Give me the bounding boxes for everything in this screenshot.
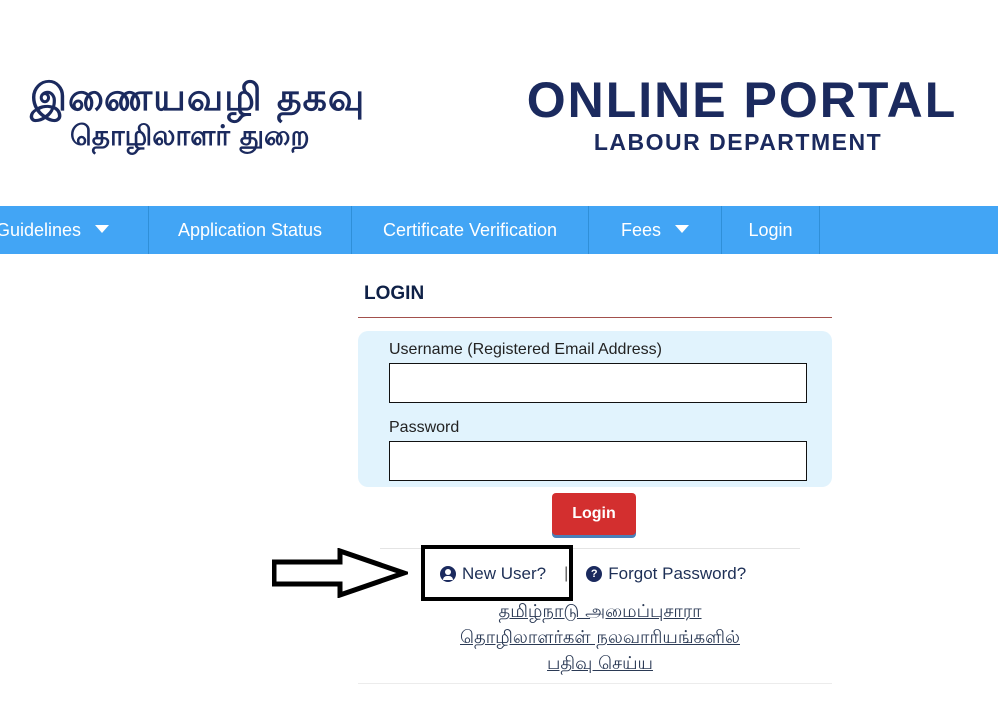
- nav-item-guidelines[interactable]: Guidelines: [0, 206, 149, 254]
- highlight-box: [421, 545, 573, 601]
- nav-item-label: Fees: [620, 219, 662, 240]
- department-subtitle: LABOUR DEPARTMENT: [593, 129, 883, 155]
- bottom-divider: [358, 683, 832, 684]
- nav-item-application-status[interactable]: Application Status: [149, 206, 352, 254]
- site-header: இணையவழி தகவு தொழிலாளர் துறை ONLINE PORTA…: [0, 0, 998, 206]
- right-arrow-outline-icon: [272, 548, 408, 598]
- english-logo: ONLINE PORTAL LABOUR DEPARTMENT: [520, 72, 970, 156]
- tamil-logo: இணையவழி தகவு தொழிலாளர் துறை: [30, 75, 460, 153]
- main-nav: Guidelines Application Status Certificat…: [0, 206, 998, 254]
- forgot-password-label: Forgot Password?: [608, 564, 747, 583]
- username-label: Username (Registered Email Address): [389, 341, 662, 358]
- welfare-register-link-line1[interactable]: தமிழ்நாடு அமைப்புசாரா: [498, 601, 701, 622]
- nav-item-label: Application Status: [177, 219, 323, 240]
- password-label: Password: [389, 419, 460, 436]
- login-heading: LOGIN: [364, 283, 425, 304]
- username-input[interactable]: [389, 363, 807, 403]
- nav-item-label: Guidelines: [0, 219, 82, 240]
- forgot-password-link[interactable]: ? Forgot Password?: [586, 564, 746, 584]
- portal-title: ONLINE PORTAL: [526, 72, 958, 128]
- nav-item-label: Certificate Verification: [382, 219, 558, 240]
- caret-down-icon: [95, 225, 110, 233]
- question-circle-icon: ?: [586, 566, 603, 582]
- page: இணையவழி தகவு தொழிலாளர் துறை ONLINE PORTA…: [0, 0, 998, 720]
- nav-item-fees[interactable]: Fees: [589, 206, 722, 254]
- welfare-register-link-line2[interactable]: தொழிலாளர்கள் நலவாரியங்களில்: [460, 627, 740, 648]
- login-submit-button[interactable]: Login: [552, 493, 636, 535]
- nav-item-label: Login: [748, 219, 793, 240]
- welfare-board-register-link: தமிழ்நாடு அமைப்புசாரா தொழிலாளர்கள் நலவார…: [400, 599, 800, 677]
- nav-item-certificate-verification[interactable]: Certificate Verification: [352, 206, 589, 254]
- tamil-logo-line1: இணையவழி தகவு: [30, 75, 366, 119]
- tamil-logo-line2: தொழிலாளர் துறை: [70, 119, 310, 152]
- welfare-register-link-line3[interactable]: பதிவு செய்ய: [547, 653, 653, 674]
- password-input[interactable]: [389, 441, 807, 481]
- nav-item-login[interactable]: Login: [722, 206, 820, 254]
- heading-divider: [358, 317, 832, 318]
- caret-down-icon: [675, 225, 690, 233]
